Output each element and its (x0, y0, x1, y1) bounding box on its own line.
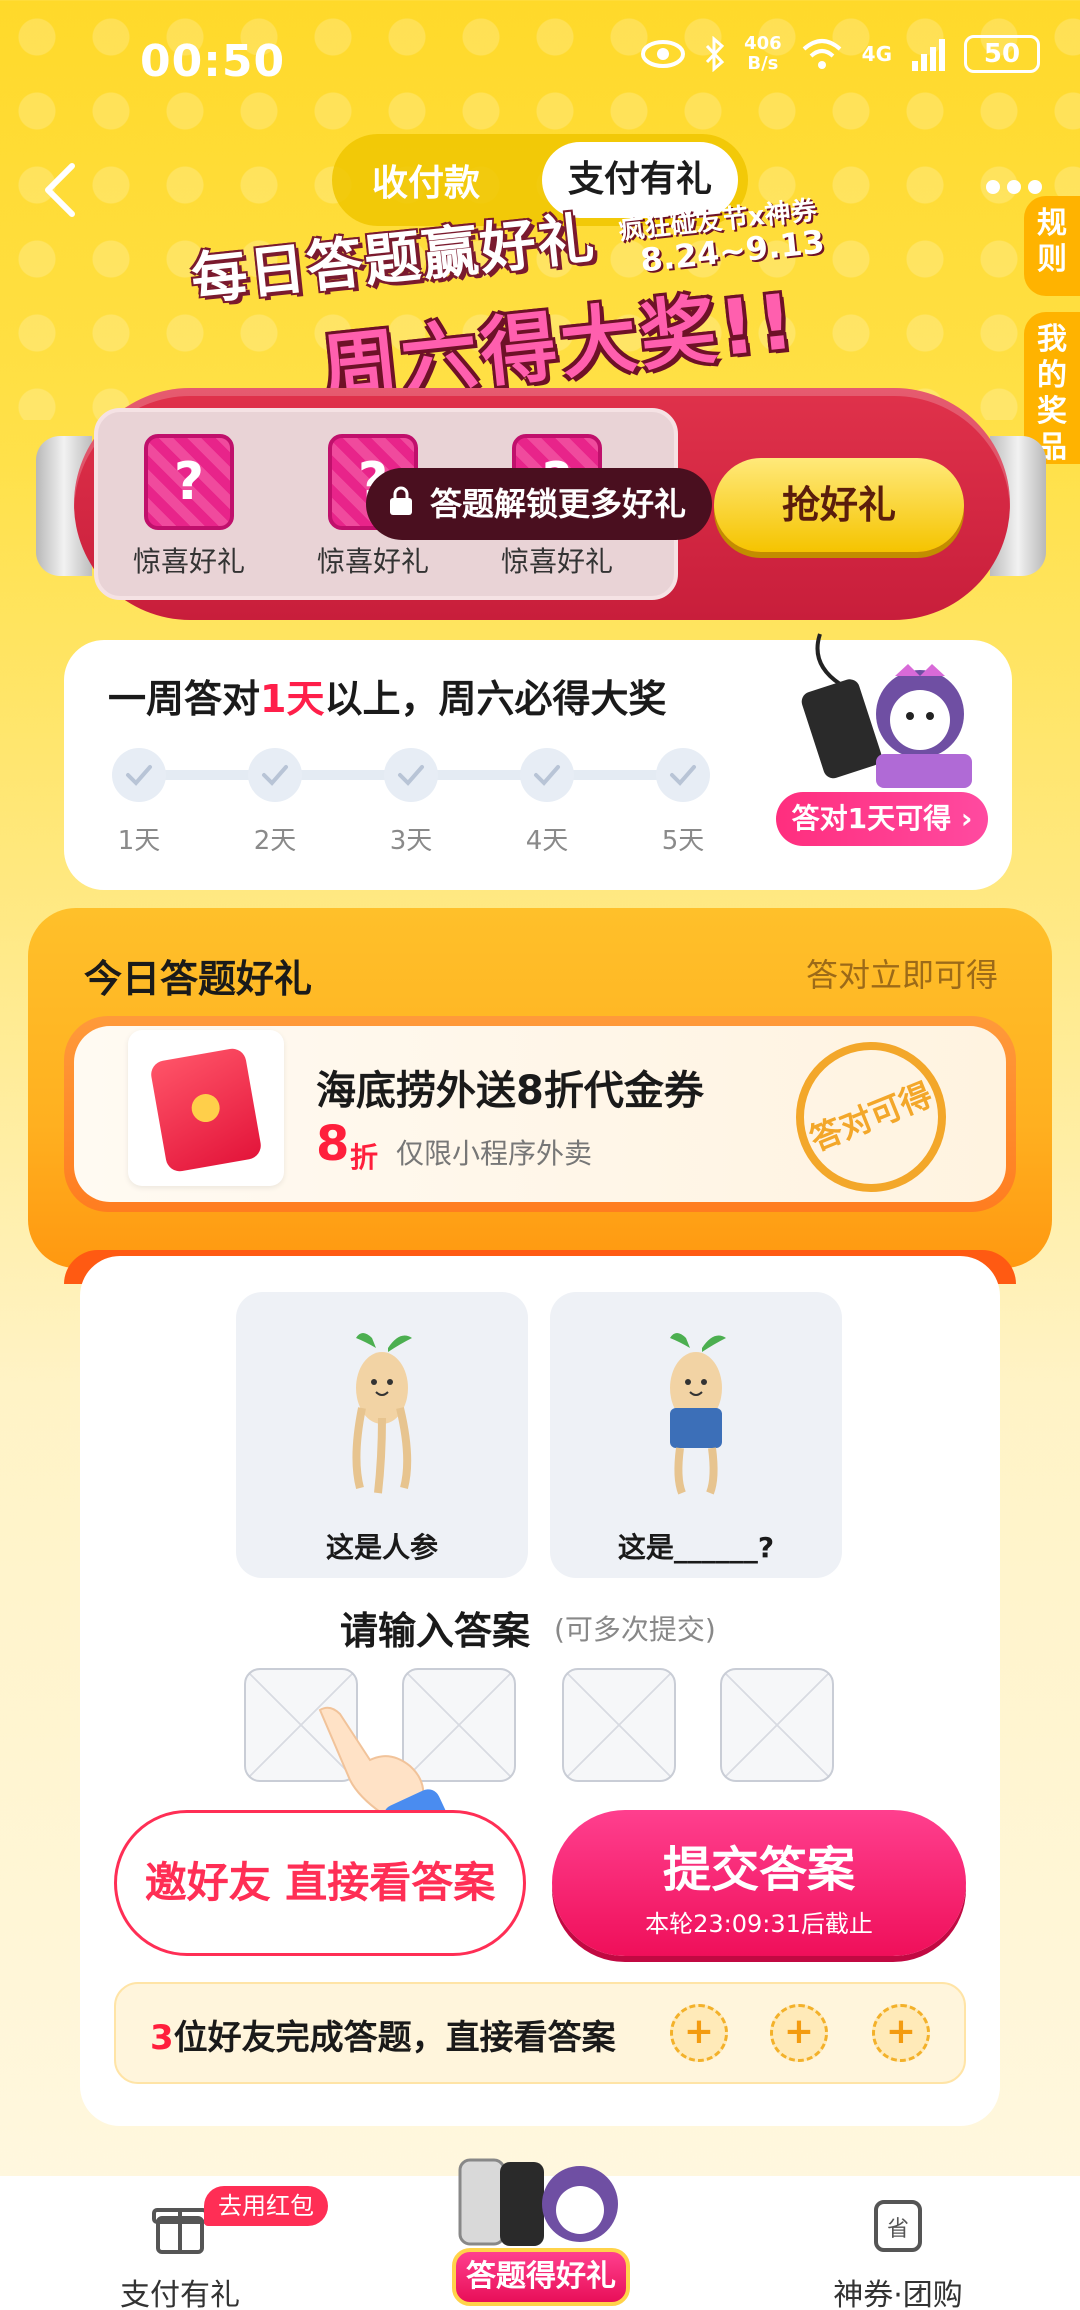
coupon-name: 海底捞外送8折代金券 (316, 1068, 704, 1114)
invite-slot-plus-icon[interactable]: + (770, 2004, 828, 2062)
day-label: 1天 (117, 826, 161, 856)
title-pre: 一周答对 (108, 677, 261, 721)
title-highlight: 1天 (260, 677, 325, 721)
ginseng-icon (352, 1333, 412, 1494)
status-icons: 406 B/s 4G 50 (640, 34, 1040, 74)
answer-to-get-stamp: 答对可得 (773, 1019, 969, 1215)
nav-coupon-groupbuy[interactable]: 省 神券·团购 (808, 2196, 988, 2310)
coupon-icon: 省 (874, 2200, 922, 2252)
ginseng-shorts-icon (670, 1333, 726, 1495)
gift-box-icon (152, 2208, 208, 2254)
rules-side-tab[interactable]: 规则 (1024, 196, 1080, 296)
rules-label: 规则 (1037, 206, 1067, 277)
answer-input-subtitle: (可多次提交) (554, 1613, 716, 1646)
coupon-discount-value: 8 (316, 1116, 350, 1172)
mystery-gift-icon: ? (144, 434, 234, 530)
mystery-gift-label: 惊喜好礼 (316, 545, 429, 578)
friend-count: 3 (150, 2018, 174, 2058)
friend-help-text: 3位好友完成答题，直接看答案 (150, 2010, 616, 2059)
submit-deadline: 本轮23:09:31后截止 (645, 1910, 873, 1938)
status-bar: 00:50 406 B/s 4G 50 (0, 0, 1080, 120)
invite-slot-plus-icon[interactable]: + (670, 2004, 728, 2062)
day-check-icon (248, 748, 302, 802)
lock-icon (390, 486, 412, 515)
submit-answer-button[interactable]: 提交答案 本轮23:09:31后截止 (552, 1810, 966, 1956)
left-image-caption: 这是人参 (325, 1531, 438, 1564)
today-gift-title: 今日答题好礼 (84, 957, 313, 1001)
prize-detail-button[interactable]: 答对1天可得 › (776, 792, 988, 846)
mystery-gift[interactable]: ? 惊喜好礼 (114, 434, 264, 580)
day-check-icon (112, 748, 166, 802)
coupon-card[interactable]: 海底捞外送8折代金券 8 折 仅限小程序外卖 答对可得 (64, 1016, 1016, 1215)
more-menu-icon[interactable] (986, 180, 1042, 196)
submit-label: 提交答案 (662, 1842, 855, 1898)
day-check-icon (384, 748, 438, 802)
network-type: 4G (861, 42, 892, 66)
day-label: 3天 (389, 826, 433, 856)
nav-coupon-groupbuy-label: 神券·团购 (833, 2278, 963, 2310)
nav-quiz-gift[interactable]: 答题得好礼 (452, 2248, 630, 2306)
coupon-discount-unit: 折 (350, 1141, 379, 1174)
mystery-gift-label: 惊喜好礼 (132, 545, 245, 578)
answer-char-box[interactable] (720, 1668, 834, 1782)
answer-input-title: 请输入答案 (340, 1609, 531, 1653)
battery-icon: 50 (964, 35, 1040, 73)
day-label: 5天 (661, 826, 705, 856)
eye-icon (641, 40, 686, 68)
tab-receive-pay[interactable]: 收付款 (372, 154, 480, 206)
unlock-text: 答题解锁更多好礼 (430, 485, 687, 523)
red-envelope-image (128, 1030, 284, 1186)
day-label: 4天 (525, 826, 569, 856)
friend-text: 位好友完成答题，直接看答案 (173, 2018, 616, 2058)
unlock-more-gifts: 答题解锁更多好礼 (366, 468, 712, 540)
network-speed: 406 B/s (744, 34, 782, 74)
umbrella-prize-image (801, 633, 972, 788)
grab-gift-button[interactable]: 抢好礼 (714, 458, 964, 552)
title-post: 以上，周六必得大奖 (324, 677, 667, 721)
use-red-packet-badge: 去用红包 (204, 2186, 328, 2226)
svg-text:省: 省 (887, 2217, 909, 2242)
mystery-gift-label: 惊喜好礼 (500, 545, 613, 578)
invite-slot-plus-icon[interactable]: + (872, 2004, 930, 2062)
invite-friends-button[interactable]: 邀好友 直接看答案 (114, 1810, 526, 1956)
bluetooth-icon (705, 36, 725, 72)
weekly-progress-title: 一周答对1天以上，周六必得大奖 (108, 668, 666, 723)
nav-pay-gift-label: 支付有礼 (120, 2278, 240, 2310)
day-label: 2天 (253, 826, 297, 856)
answer-char-box[interactable] (562, 1668, 676, 1782)
status-time: 00:50 (140, 36, 286, 87)
back-arrow-icon[interactable] (36, 160, 86, 220)
right-image-caption: 这是______? (617, 1531, 775, 1564)
day-check-icon (520, 748, 574, 802)
wifi-icon (802, 39, 841, 69)
today-gift-hint: 答对立即可得 (805, 956, 998, 994)
coupon-description: 仅限小程序外卖 (396, 1137, 593, 1170)
speed-value: 406 (744, 33, 782, 54)
speed-unit: B/s (747, 53, 779, 74)
signal-icon (912, 39, 945, 71)
day-check-icon (656, 748, 710, 802)
